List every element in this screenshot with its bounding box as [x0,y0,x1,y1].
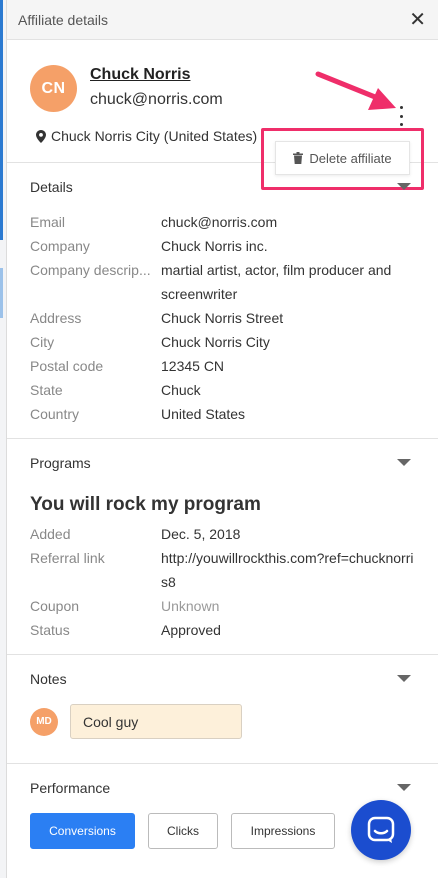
programs-section: Programs You will rock my program Added … [7,439,438,655]
program-label: Referral link [30,550,105,566]
note-author-avatar: MD [30,707,58,736]
notes-header[interactable]: Notes [7,655,438,702]
affiliate-details-panel: Affiliate details ✕ CN Chuck Norris chuc… [7,0,438,878]
detail-value: Chuck [161,382,201,398]
detail-value: United States [161,406,246,422]
detail-label: City [30,334,55,350]
referral-link-value: http://youwillrockthis.com?ref=chucknorr… [161,550,414,590]
detail-value: martial artist, actor, film producer and… [161,262,392,302]
details-section: Details Email chuck@norris.com Company C… [7,163,438,439]
map-pin-icon [36,129,46,143]
detail-value: Chuck Norris inc. [161,238,268,254]
location-text: Chuck Norris City (United States) [51,128,258,144]
section-title: Performance [30,779,111,796]
panel-header: Affiliate details ✕ [7,0,438,40]
detail-value: chuck@norris.com [161,214,278,230]
kebab-menu-icon[interactable] [396,106,406,126]
chat-button[interactable] [351,800,411,860]
chevron-down-icon[interactable] [397,675,411,682]
program-label: Coupon [30,598,80,614]
section-title: Details [30,178,73,195]
detail-label: Company descrip... [30,262,151,278]
notes-section: Notes MD Cool guy [7,655,438,764]
background-accent [0,268,3,318]
detail-value: Chuck Norris City [161,334,270,350]
chevron-down-icon[interactable] [397,459,411,466]
detail-label: State [30,382,63,398]
panel-title: Affiliate details [18,11,109,28]
chevron-down-icon[interactable] [397,183,411,190]
close-icon[interactable]: ✕ [409,10,426,30]
program-name: You will rock my program [30,494,261,515]
program-value: Unknown [161,598,220,614]
conversions-button[interactable]: Conversions [30,813,135,849]
affiliate-email: chuck@norris.com [90,91,223,108]
background-accent [0,0,3,240]
affiliate-name-link[interactable]: Chuck Norris [90,66,190,84]
affiliate-location: Chuck Norris City (United States) [36,128,257,144]
detail-label: Company [30,238,90,254]
details-list: Email chuck@norris.com Company Chuck Nor… [7,210,438,426]
program-details-list: Added Dec. 5, 2018 Referral link http://… [7,522,438,642]
section-title: Programs [30,454,91,471]
program-label: Status [30,622,70,638]
background-page-edge [0,0,7,878]
avatar: CN [30,65,77,112]
program-value: Dec. 5, 2018 [161,526,241,542]
affiliate-profile: CN Chuck Norris chuck@norris.com Chuck N… [7,40,438,190]
details-header[interactable]: Details [7,163,438,210]
chevron-down-icon[interactable] [397,784,411,791]
detail-label: Address [30,310,82,326]
program-value: Approved [161,622,221,638]
chat-icon [367,816,395,843]
note-item: MD Cool guy [7,702,438,763]
programs-header[interactable]: Programs [7,439,438,486]
clicks-button[interactable]: Clicks [148,813,218,849]
note-bubble: Cool guy [70,704,242,739]
detail-label: Postal code [30,358,104,374]
program-label: Added [30,526,71,542]
detail-label: Country [30,406,80,422]
detail-value: Chuck Norris Street [161,310,284,326]
impressions-button[interactable]: Impressions [231,813,335,849]
detail-value: 12345 CN [161,358,225,374]
arrow-annotation [315,71,396,110]
detail-label: Email [30,214,66,230]
section-title: Notes [30,670,67,687]
